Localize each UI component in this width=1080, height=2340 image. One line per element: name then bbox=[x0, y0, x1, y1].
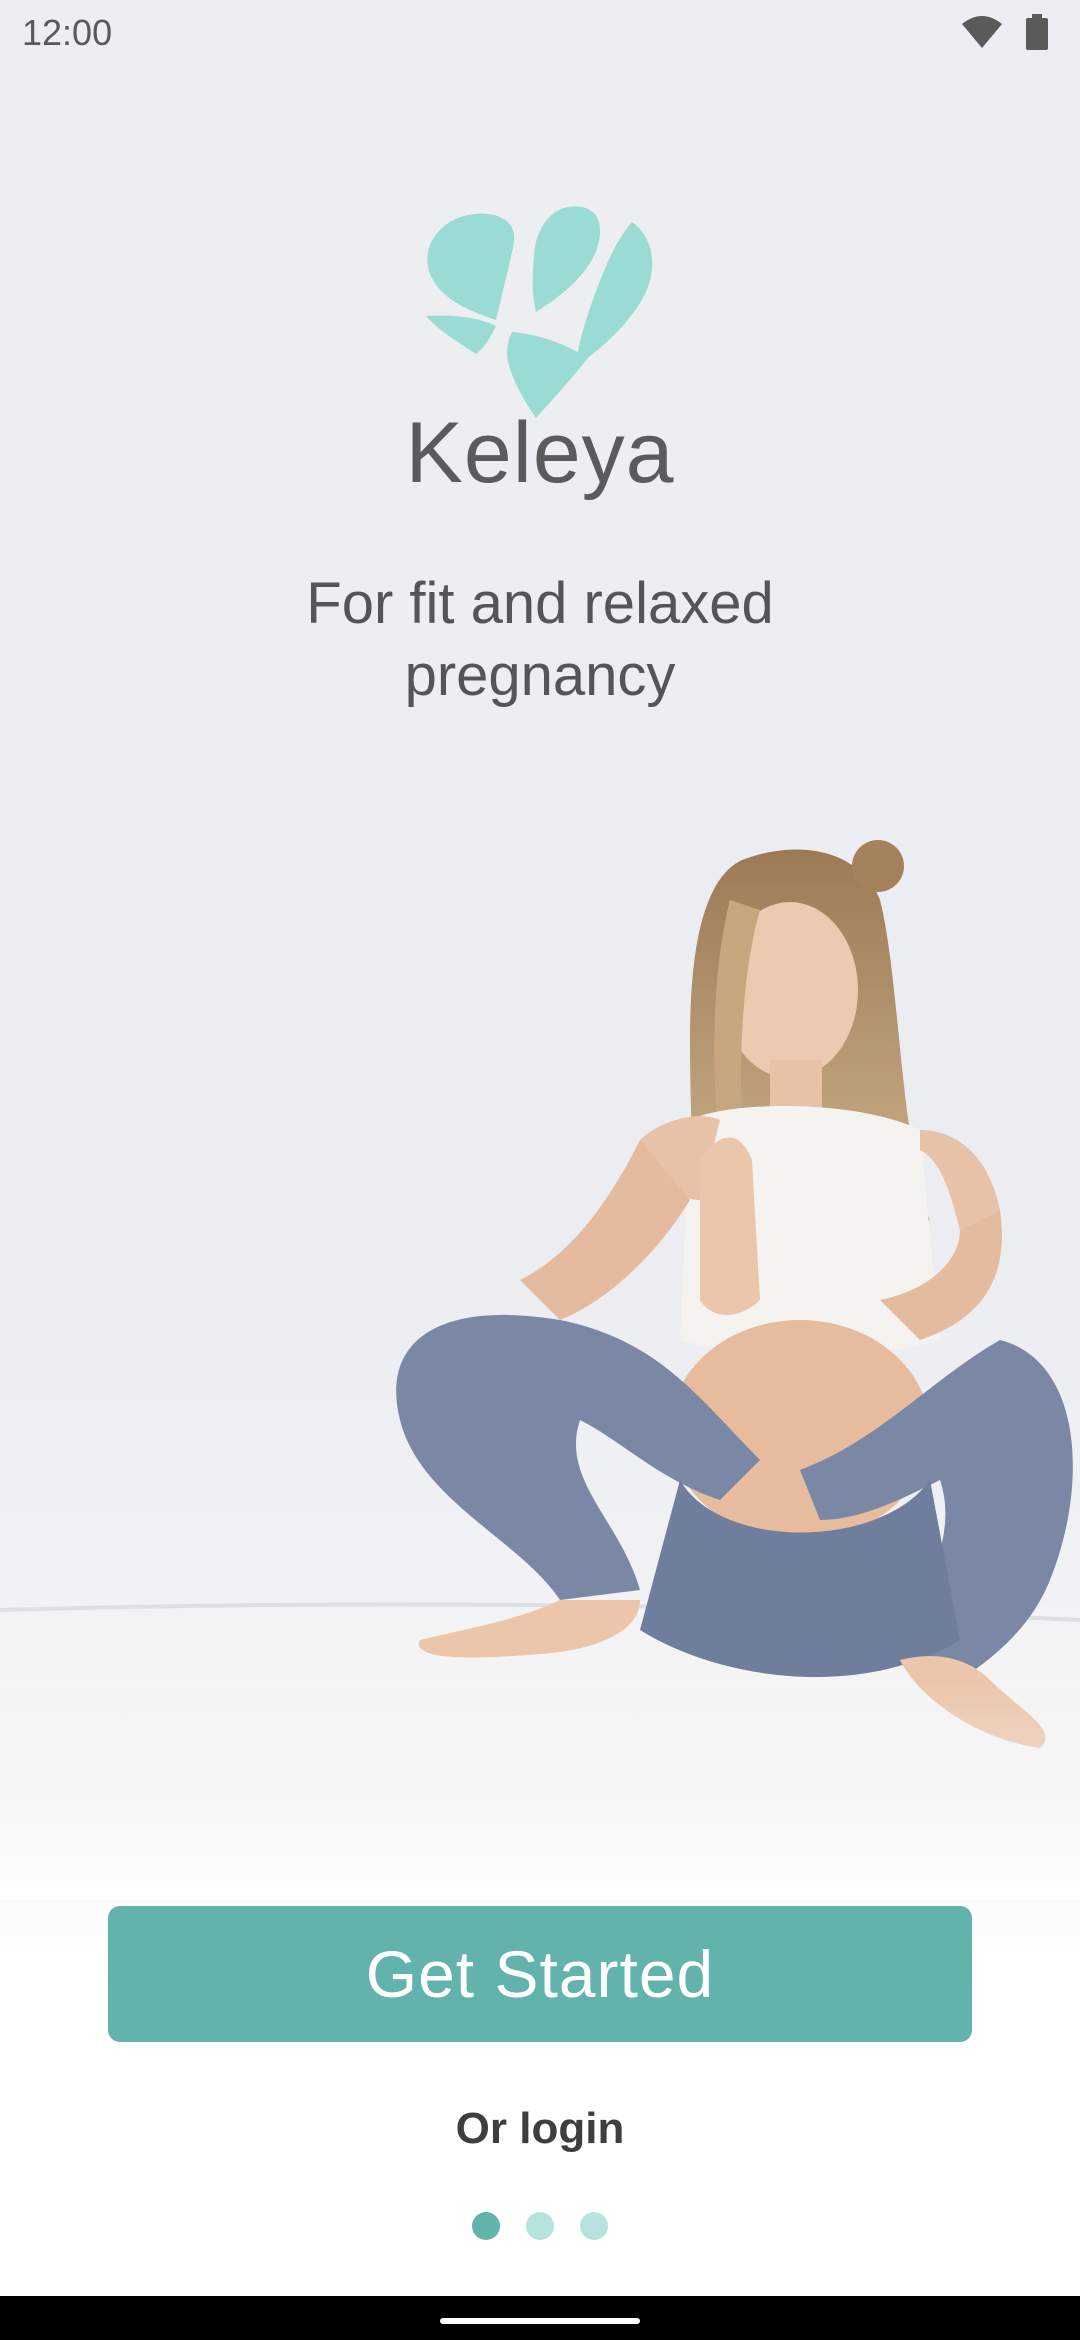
brand-name: Keleya bbox=[405, 405, 675, 501]
status-icons bbox=[960, 14, 1048, 50]
tagline: For fit and relaxed pregnancy bbox=[306, 571, 774, 708]
status-bar: 12:00 bbox=[0, 0, 1080, 70]
keleya-logo-icon bbox=[426, 206, 653, 418]
page-dot-2[interactable] bbox=[526, 2212, 554, 2240]
wifi-icon bbox=[962, 16, 1002, 48]
login-link[interactable]: Or login bbox=[0, 2104, 1080, 2154]
page-dot-3[interactable] bbox=[580, 2212, 608, 2240]
page-indicator bbox=[0, 2212, 1080, 2240]
page-dot-1[interactable] bbox=[472, 2212, 500, 2240]
home-indicator[interactable] bbox=[440, 2318, 640, 2324]
get-started-button[interactable]: Get Started bbox=[108, 1906, 972, 2042]
battery-icon bbox=[1026, 14, 1048, 50]
pregnant-woman-yoga-photo bbox=[0, 840, 1080, 1900]
onboarding-screen: 12:00 Keleya For fit and relaxed pregnan… bbox=[0, 0, 1080, 2340]
status-time: 12:00 bbox=[22, 12, 113, 53]
